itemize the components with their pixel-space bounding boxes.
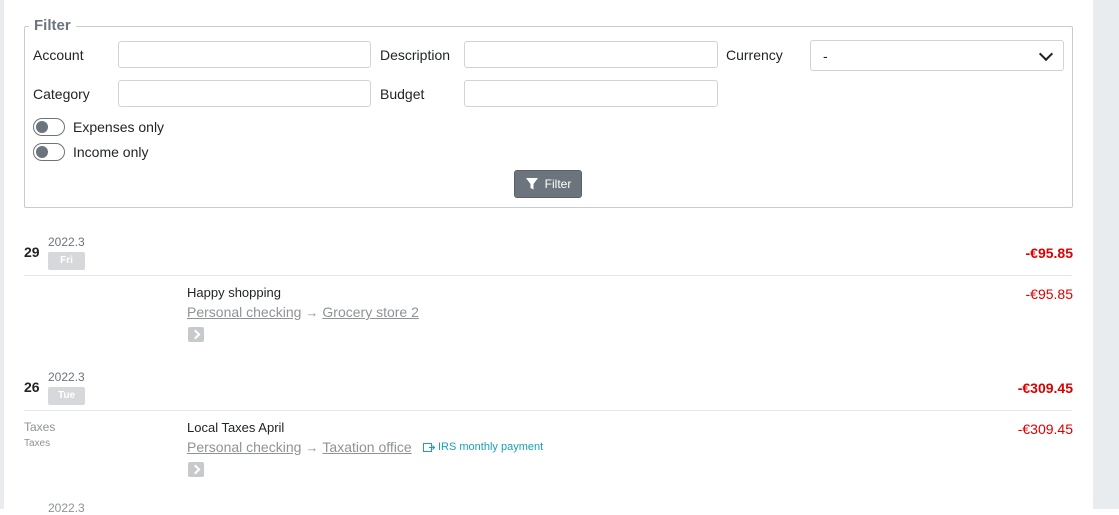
toggle-knob [36, 121, 48, 133]
next-day-year-month: 2022.3 [48, 501, 85, 515]
weekday-badge: Tue [48, 387, 85, 405]
funnel-icon [525, 178, 538, 190]
transaction-description[interactable]: Local Taxes April [187, 420, 284, 435]
transaction-path: Personal checking → Grocery store 2 [187, 304, 419, 320]
recurring-label: IRS monthly payment [438, 441, 544, 453]
budget-input[interactable] [464, 80, 718, 107]
category-input[interactable] [118, 80, 371, 107]
transaction-category: Taxes [24, 420, 56, 434]
income-only-label: Income only [73, 144, 149, 160]
transaction-amount: -€95.85 [1025, 286, 1073, 302]
weekday-badge: Fri [48, 252, 85, 270]
income-only-toggle[interactable] [33, 143, 65, 161]
right-gutter [1093, 0, 1119, 509]
chevron-right-icon [190, 464, 200, 475]
currency-select-value: - [823, 47, 828, 64]
description-input[interactable] [464, 41, 718, 68]
filter-button[interactable]: Filter [514, 170, 582, 198]
filter-legend: Filter [29, 17, 76, 34]
transactions-page: Filter Account Description Currency - Ca… [4, 0, 1093, 515]
recurring-badge[interactable]: IRS monthly payment [423, 441, 543, 453]
description-label: Description [380, 47, 451, 63]
day-number: 26 [24, 379, 40, 395]
budget-label: Budget [380, 86, 425, 102]
day-total: -€95.85 [1025, 245, 1073, 261]
source-account-link[interactable]: Personal checking [187, 439, 301, 455]
source-account-link[interactable]: Personal checking [187, 304, 301, 320]
chevron-right-icon [190, 329, 200, 340]
expand-transaction-button[interactable] [188, 462, 204, 477]
toggle-knob [36, 146, 48, 158]
arrow-right-icon: → [305, 304, 319, 320]
chevron-down-icon [1038, 46, 1054, 61]
transaction-amount: -€309.45 [1017, 421, 1073, 437]
arrow-right-icon: → [305, 439, 319, 455]
destination-account-link[interactable]: Taxation office [322, 439, 411, 455]
currency-select[interactable]: - [810, 40, 1064, 71]
expenses-only-label: Expenses only [73, 119, 165, 135]
day-divider [24, 410, 1072, 411]
day-year-month: 2022.3 [48, 370, 85, 384]
recurring-icon [423, 442, 435, 452]
category-label: Category [33, 86, 90, 102]
currency-label: Currency [726, 47, 783, 63]
day-divider [24, 275, 1072, 276]
account-label: Account [33, 47, 84, 63]
expenses-only-toggle[interactable] [33, 118, 65, 136]
day-total: -€309.45 [1017, 380, 1073, 396]
transaction-description[interactable]: Happy shopping [187, 285, 281, 300]
day-year-month: 2022.3 [48, 235, 85, 249]
transaction-path: Personal checking → Taxation office [187, 439, 412, 455]
expand-transaction-button[interactable] [188, 327, 204, 342]
transaction-subcategory: Taxes [24, 438, 51, 449]
day-number: 29 [24, 244, 40, 260]
destination-account-link[interactable]: Grocery store 2 [322, 304, 418, 320]
filter-button-label: Filter [544, 177, 572, 191]
account-input[interactable] [118, 41, 371, 68]
